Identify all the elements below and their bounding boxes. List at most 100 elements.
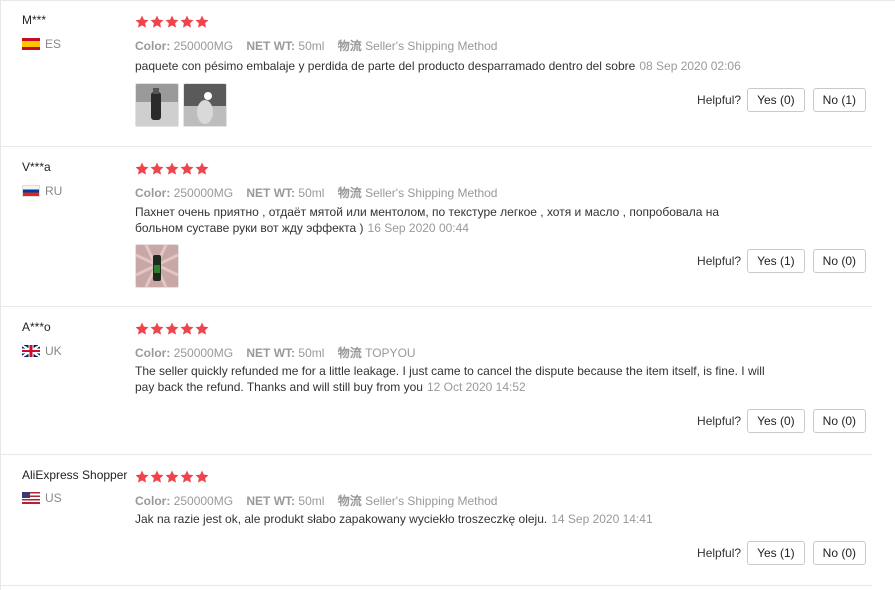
country-code: RU (45, 184, 63, 198)
star-icon (180, 15, 194, 28)
uk-flag-icon (22, 345, 40, 357)
star-rating (135, 322, 209, 335)
russia-flag-icon (22, 185, 40, 197)
review-date: 16 Sep 2020 00:44 (367, 221, 469, 235)
net-wt-label: NET WT: (246, 39, 296, 53)
review-attributes: Color: 250000MG NET WT: 50ml 物流 Seller's… (135, 492, 497, 509)
net-wt-label: NET WT: (246, 494, 296, 508)
review-item: AliExpress Shopper US Color: 250000MG NE… (0, 455, 872, 586)
review-text: paquete con pésimo embalaje y perdida de… (135, 58, 795, 74)
reviewer-country: UK (22, 344, 62, 358)
helpful-no-button[interactable]: No (0) (812, 541, 866, 565)
logistics-label: 物流 (337, 346, 362, 360)
net-wt-value: 50ml (298, 39, 325, 53)
color-label: Color: (135, 39, 171, 53)
review-text: The seller quickly refunded me for a lit… (135, 363, 780, 395)
net-wt-label: NET WT: (246, 346, 296, 360)
helpful-no-button[interactable]: No (0) (812, 249, 866, 273)
helpful-label: Helpful? (697, 546, 742, 560)
review-feedback: Jak na razie jest ok, ale produkt słabo … (135, 512, 548, 526)
star-icon (195, 470, 209, 483)
star-icon (195, 322, 209, 335)
net-wt-value: 50ml (298, 494, 325, 508)
logistics-label: 物流 (337, 186, 362, 200)
helpful-label: Helpful? (697, 254, 742, 268)
helpful-yes-button[interactable]: Yes (1) (747, 249, 805, 273)
star-rating (135, 470, 209, 483)
star-icon (135, 470, 149, 483)
review-attributes: Color: 250000MG NET WT: 50ml 物流 TOPYOU (135, 344, 416, 361)
star-icon (150, 162, 164, 175)
helpful-yes-button[interactable]: Yes (0) (747, 409, 805, 433)
review-date: 12 Oct 2020 14:52 (426, 380, 526, 394)
color-value: 250000MG (173, 494, 234, 508)
star-icon (180, 322, 194, 335)
color-label: Color: (135, 494, 171, 508)
reviewer-country: US (22, 491, 62, 505)
color-value: 250000MG (173, 39, 234, 53)
bottle-photo-icon (136, 84, 178, 126)
reviewer-name: M*** (22, 13, 47, 27)
helpful-label: Helpful? (697, 93, 742, 107)
star-icon (180, 162, 194, 175)
review-attributes: Color: 250000MG NET WT: 50ml 物流 Seller's… (135, 184, 497, 201)
review-photo-thumbnail[interactable] (135, 83, 179, 127)
review-date: 08 Sep 2020 02:06 (639, 59, 741, 73)
helpful-votes: Helpful? Yes (1) No (0) (697, 541, 866, 565)
country-code: US (45, 491, 62, 505)
helpful-no-button[interactable]: No (0) (812, 409, 866, 433)
helpful-no-button[interactable]: No (1) (812, 88, 866, 112)
country-code: ES (45, 37, 62, 51)
review-images (135, 83, 227, 127)
review-text: Jak na razie jest ok, ale produkt słabo … (135, 511, 795, 527)
bottle-photo-icon (136, 245, 178, 287)
logistics-value: Seller's Shipping Method (365, 186, 498, 200)
star-icon (135, 322, 149, 335)
net-wt-value: 50ml (298, 186, 325, 200)
reviewer-country: ES (22, 37, 61, 51)
review-item: M*** ES Color: 250000MG NET WT: 50ml 物流 … (0, 0, 872, 147)
star-icon (180, 470, 194, 483)
star-icon (165, 470, 179, 483)
star-icon (150, 470, 164, 483)
helpful-votes: Helpful? Yes (0) No (1) (697, 88, 866, 112)
color-label: Color: (135, 186, 171, 200)
star-icon (135, 15, 149, 28)
logistics-value: Seller's Shipping Method (365, 39, 498, 53)
color-value: 250000MG (173, 346, 234, 360)
helpful-yes-button[interactable]: Yes (0) (747, 88, 805, 112)
helpful-yes-button[interactable]: Yes (1) (747, 541, 805, 565)
star-icon (195, 162, 209, 175)
reviewer-name: AliExpress Shopper (22, 468, 128, 482)
logistics-label: 物流 (337, 39, 362, 53)
star-rating (135, 15, 209, 28)
reviewer-country: RU (22, 184, 62, 198)
review-text: Пахнет очень приятно , отдаёт мятой или … (135, 204, 755, 236)
star-icon (165, 162, 179, 175)
review-images (135, 244, 179, 288)
star-icon (165, 322, 179, 335)
color-value: 250000MG (173, 186, 234, 200)
star-icon (135, 162, 149, 175)
star-rating (135, 162, 209, 175)
review-item: V***a RU Color: 250000MG NET WT: 50ml 物流… (0, 147, 872, 307)
review-feedback: paquete con pésimo embalaje y perdida de… (135, 59, 636, 73)
star-icon (195, 15, 209, 28)
country-code: UK (45, 344, 62, 358)
color-label: Color: (135, 346, 171, 360)
review-photo-thumbnail[interactable] (135, 244, 179, 288)
logistics-label: 物流 (337, 494, 362, 508)
review-photo-thumbnail[interactable] (183, 83, 227, 127)
logistics-value: TOPYOU (365, 346, 416, 360)
net-wt-label: NET WT: (246, 186, 296, 200)
net-wt-value: 50ml (298, 346, 325, 360)
spain-flag-icon (22, 38, 40, 50)
review-item: A***o UK Color: 250000MG NET WT: 50ml 物流… (0, 307, 872, 455)
helpful-votes: Helpful? Yes (1) No (0) (697, 249, 866, 273)
star-icon (165, 15, 179, 28)
us-flag-icon (22, 492, 40, 504)
helpful-label: Helpful? (697, 414, 742, 428)
bottle-photo-icon (184, 84, 226, 126)
star-icon (150, 322, 164, 335)
review-date: 14 Sep 2020 14:41 (551, 512, 653, 526)
